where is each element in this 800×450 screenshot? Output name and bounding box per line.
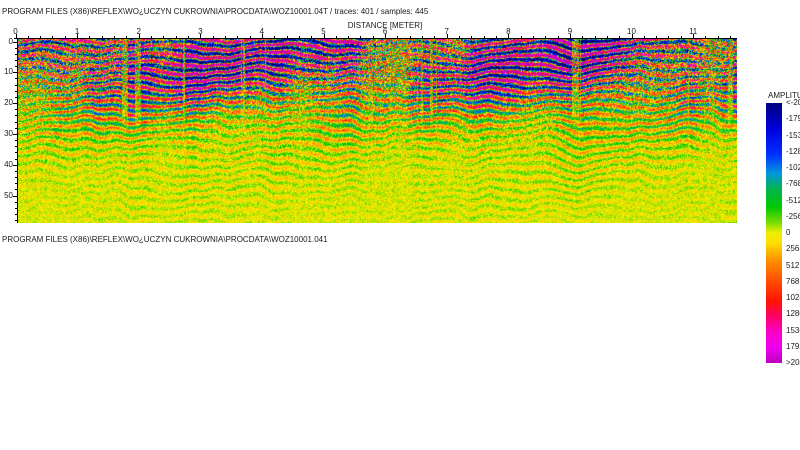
- file-info-header: PROGRAM FILES (X86)\REFLEX\WO¿UCZYN CUKR…: [2, 7, 429, 16]
- colorbar-tick-label: 1536: [786, 325, 800, 335]
- colorbar-tick-label: 512: [786, 260, 800, 270]
- y-tick-label: 0: [8, 36, 13, 46]
- colorbar-tick-label: -1536: [786, 130, 800, 140]
- colorbar-tick-label: -1280: [786, 146, 800, 156]
- colorbar-tick-label: -768: [786, 179, 800, 189]
- colorbar-tick-label: -512: [786, 195, 800, 205]
- colorbar-tick-label: 256: [786, 244, 800, 254]
- colorbar-tick-label: <-2048: [786, 98, 800, 107]
- colorbar-tick-label: 768: [786, 276, 800, 286]
- colorbar-tick-label: -256: [786, 211, 800, 221]
- colorbar-tick-label: -1792: [786, 114, 800, 124]
- colorbar-tick-label: >2048: [786, 358, 800, 367]
- file-path-footer: PROGRAM FILES (X86)\REFLEX\WO¿UCZYN CUKR…: [2, 235, 328, 244]
- y-tick-label: 20: [4, 98, 13, 108]
- y-tick-label: 30: [4, 128, 13, 138]
- colorbar-tick-label: -1024: [786, 163, 800, 172]
- y-tick-label: 40: [4, 159, 13, 169]
- app-window: PROGRAM FILES (X86)\REFLEX\WO¿UCZYN CUKR…: [0, 0, 800, 450]
- radargram-canvas[interactable]: [18, 39, 737, 223]
- colorbar-gradient: [766, 103, 782, 363]
- colorbar-tick-label: 1024: [786, 293, 800, 302]
- y-tick-label: 50: [4, 190, 13, 200]
- colorbar-tick-label: 1280: [786, 309, 800, 319]
- y-tick-label: 10: [4, 67, 13, 77]
- colorbar-tick-label: 0: [786, 228, 791, 237]
- colorbar-tick-label: 1792: [786, 341, 800, 351]
